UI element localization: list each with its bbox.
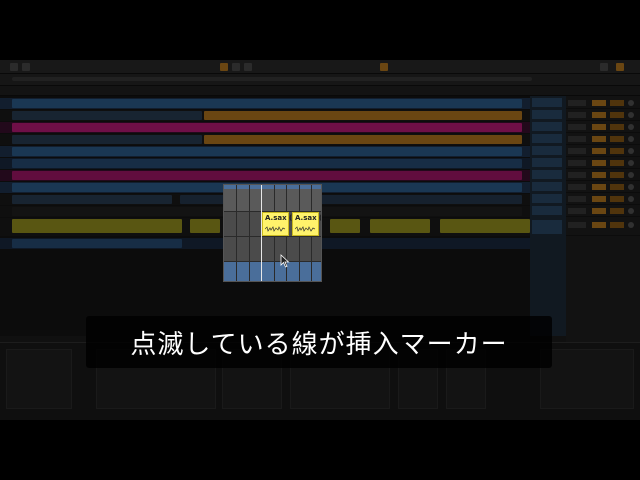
insert-marker xyxy=(261,185,262,281)
grid-line xyxy=(236,185,237,281)
zoom-magnifier: A.sax ( A.sax ( xyxy=(223,184,322,282)
letterbox-top xyxy=(0,0,640,60)
grid-line xyxy=(224,236,321,237)
clip-name-label: A.sax ( xyxy=(265,214,293,222)
waveform-icon xyxy=(295,226,315,232)
audio-clip-asax-1[interactable]: A.sax ( xyxy=(262,212,293,236)
audio-clip-asax-2[interactable]: A.sax ( xyxy=(292,212,322,236)
grid-line xyxy=(249,185,250,281)
zoom-track-header xyxy=(224,189,321,211)
zoom-track-blue-bottom xyxy=(224,261,321,281)
mouse-pointer-icon xyxy=(280,254,290,268)
letterbox-bottom xyxy=(0,420,640,480)
waveform-icon xyxy=(265,226,285,232)
clip-name-label: A.sax ( xyxy=(295,214,322,222)
grid-line xyxy=(224,261,321,262)
caption-text: 点滅している線が挿入マーカー xyxy=(130,329,508,360)
subtitle-caption: 点滅している線が挿入マーカー xyxy=(86,316,552,368)
